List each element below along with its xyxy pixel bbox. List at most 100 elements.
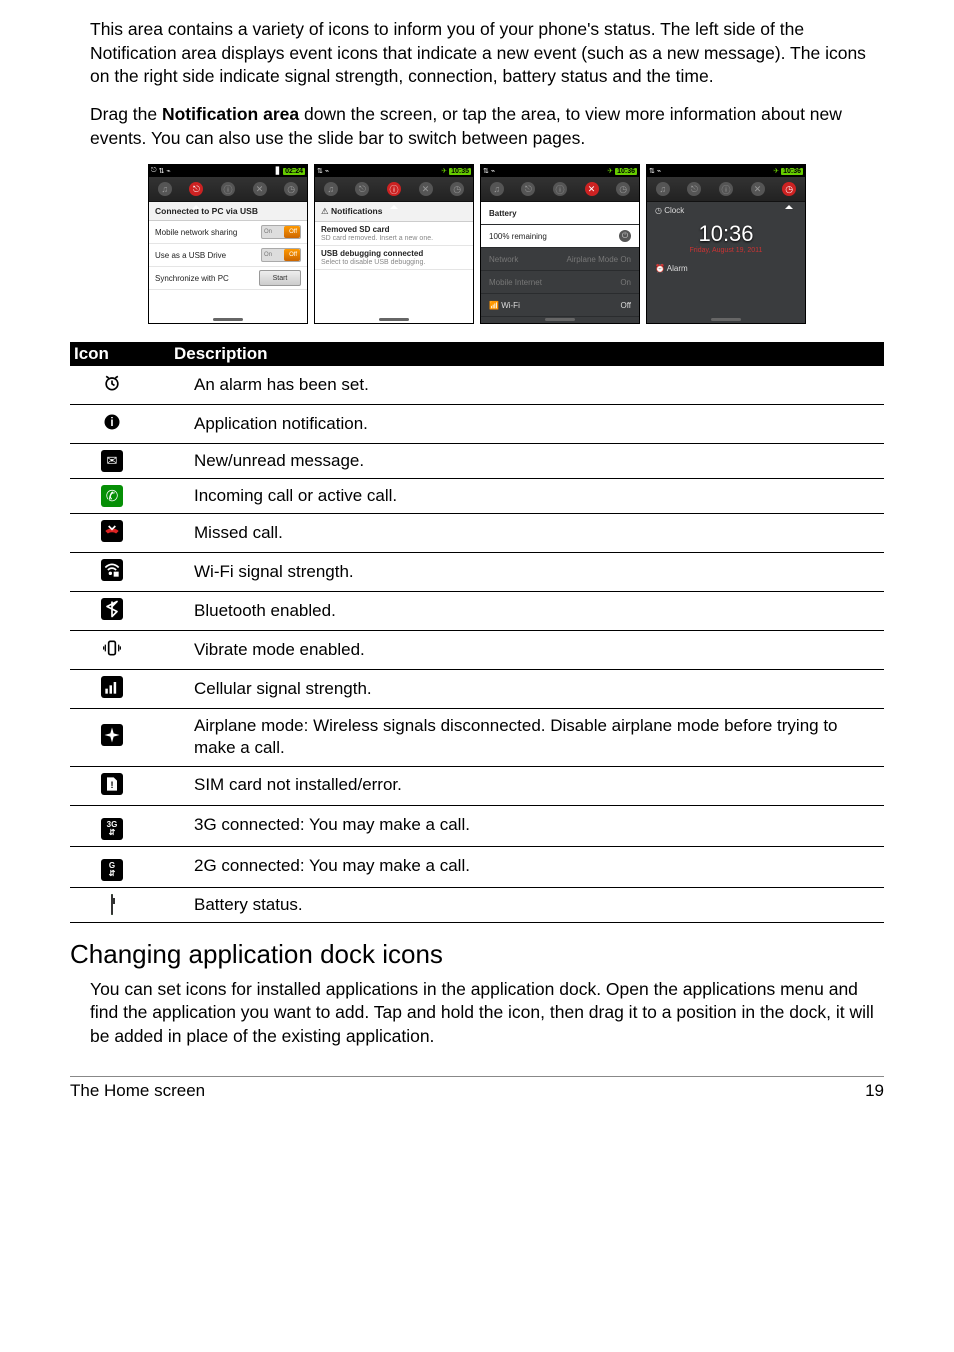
section-title-dock: Changing application dock icons <box>70 939 884 970</box>
desc-missed: Missed call. <box>154 514 884 553</box>
desc-3g: 3G connected: You may make a call. <box>154 805 884 846</box>
table-row: G⇵ 2G connected: You may make a call. <box>70 846 884 887</box>
tab-usb-icon[interactable]: ⎋ <box>687 182 701 196</box>
alarm-row[interactable]: ⏰ Alarm <box>647 260 805 277</box>
row-wifi[interactable]: 📶 Wi-FiOff <box>481 294 639 317</box>
3g-icon: 3G⇵ <box>101 818 123 840</box>
row-mobile-sharing[interactable]: Mobile network sharing OnOff <box>149 221 307 244</box>
missed-call-icon <box>101 520 123 542</box>
clock-text: 02:24 <box>283 168 305 175</box>
table-row: Bluetooth enabled. <box>70 592 884 631</box>
row-mobile-internet[interactable]: Mobile InternetOn <box>481 271 639 294</box>
table-row: Cellular signal strength. <box>70 670 884 709</box>
desc-info: Application notification. <box>154 405 884 444</box>
drag-handle[interactable] <box>545 318 575 321</box>
tab-info-icon[interactable]: ⓘ <box>387 182 401 196</box>
usb-header: Connected to PC via USB <box>149 202 307 221</box>
table-row: ✉ New/unread message. <box>70 444 884 479</box>
head-icon: Icon <box>70 344 154 364</box>
start-button[interactable]: Start <box>259 270 301 286</box>
tab-music-icon[interactable]: ♫ <box>324 182 338 196</box>
svg-text:i: i <box>110 416 113 429</box>
battery-icon <box>111 894 113 915</box>
drag-handle[interactable] <box>213 318 243 321</box>
head-desc: Description <box>154 344 884 364</box>
drag-handle[interactable] <box>379 318 409 321</box>
label-sd-removed: Removed SD card <box>321 225 467 234</box>
intro-p2-bold: Notification area <box>162 104 299 124</box>
tab-music-icon[interactable]: ♫ <box>158 182 172 196</box>
alarm-icon <box>101 372 123 394</box>
icon-table-header: Icon Description <box>70 342 884 366</box>
tab-toggles-icon[interactable]: ✕ <box>419 182 433 196</box>
label-mobile-sharing: Mobile network sharing <box>155 228 237 237</box>
airplane-icon: ✈ <box>773 167 779 175</box>
tab-clock-icon[interactable]: ◷ <box>782 182 796 196</box>
message-icon: ✉ <box>101 450 123 472</box>
label-batt-remaining: 100% remaining <box>489 232 547 241</box>
intro-para-2: Drag the Notification area down the scre… <box>70 103 884 150</box>
screenshot-toggles: ⇅⌁ ✈10:36 ♫ ⎋ ⓘ ✕ ◷ Battery 100% remaini… <box>480 164 640 324</box>
table-row: Wi-Fi signal strength. <box>70 553 884 592</box>
table-row: 3G⇵ 3G connected: You may make a call. <box>70 805 884 846</box>
desc-alarm: An alarm has been set. <box>154 366 884 405</box>
label-usb-drive: Use as a USB Drive <box>155 251 226 260</box>
section-body-dock: You can set icons for installed applicat… <box>70 978 884 1049</box>
desc-call: Incoming call or active call. <box>154 479 884 514</box>
tab-toggles-icon[interactable]: ✕ <box>253 182 267 196</box>
toggle-usb-drive[interactable]: OnOff <box>261 248 301 262</box>
toggle-mobile-sharing[interactable]: OnOff <box>261 225 301 239</box>
date-text: Friday, August 19, 2011 <box>647 247 805 254</box>
row-network[interactable]: NetworkAirplane Mode On <box>481 248 639 271</box>
tab-toggles-icon[interactable]: ✕ <box>585 182 599 196</box>
tab-clock-icon[interactable]: ◷ <box>450 182 464 196</box>
footer-left: The Home screen <box>70 1081 205 1101</box>
sub-sd-removed: SD card removed. Insert a new one. <box>321 235 467 242</box>
power-icon[interactable]: ⏻ <box>619 230 631 242</box>
screenshot-usb: ⎋⇅⌁ ▋02:24 ♫ ⎋ ⓘ ✕ ◷ Connected to PC via… <box>148 164 308 324</box>
svg-text:!: ! <box>110 780 113 790</box>
table-row: i Application notification. <box>70 405 884 444</box>
airplane-icon: ✈ <box>607 167 613 175</box>
2g-icon: G⇵ <box>101 859 123 881</box>
row-usb-debug[interactable]: USB debugging connected Select to disabl… <box>315 246 473 270</box>
row-usb-drive[interactable]: Use as a USB Drive OnOff <box>149 244 307 267</box>
table-row: Vibrate mode enabled. <box>70 631 884 670</box>
row-sync-pc[interactable]: Synchronize with PC Start <box>149 267 307 290</box>
tab-usb-icon[interactable]: ⎋ <box>189 182 203 196</box>
row-sd-removed[interactable]: Removed SD card SD card removed. Insert … <box>315 222 473 246</box>
tab-music-icon[interactable]: ♫ <box>490 182 504 196</box>
icon-table: An alarm has been set. i Application noti… <box>70 366 884 922</box>
table-row: Missed call. <box>70 514 884 553</box>
tab-toggles-icon[interactable]: ✕ <box>751 182 765 196</box>
tab-usb-icon[interactable]: ⎋ <box>521 182 535 196</box>
drag-handle[interactable] <box>711 318 741 321</box>
desc-vibrate: Vibrate mode enabled. <box>154 631 884 670</box>
row-battery-remaining[interactable]: 100% remaining ⏻ <box>481 225 639 248</box>
call-icon: ✆ <box>101 485 123 507</box>
label-usb-debug: USB debugging connected <box>321 249 467 258</box>
tab-usb-icon[interactable]: ⎋ <box>355 182 369 196</box>
screenshot-notifications: ⇅⌁ ✈10:35 ♫ ⎋ ⓘ ✕ ◷ ⚠ Notifications Remo… <box>314 164 474 324</box>
table-row: Battery status. <box>70 887 884 922</box>
table-row: ✆ Incoming call or active call. <box>70 479 884 514</box>
desc-batt: Battery status. <box>154 887 884 922</box>
tab-music-icon[interactable]: ♫ <box>656 182 670 196</box>
desc-msg: New/unread message. <box>154 444 884 479</box>
tab-clock-icon[interactable]: ◷ <box>616 182 630 196</box>
tab-info-icon[interactable]: ⓘ <box>553 182 567 196</box>
desc-cell: Cellular signal strength. <box>154 670 884 709</box>
footer-right: 19 <box>865 1081 884 1101</box>
tab-info-icon[interactable]: ⓘ <box>719 182 733 196</box>
desc-bt: Bluetooth enabled. <box>154 592 884 631</box>
tab-clock-icon[interactable]: ◷ <box>284 182 298 196</box>
cellular-icon <box>101 676 123 698</box>
big-time: 10:36 <box>647 221 805 247</box>
intro-para-1: This area contains a variety of icons to… <box>70 18 884 89</box>
desc-2g: 2G connected: You may make a call. <box>154 846 884 887</box>
table-row: Airplane mode: Wireless signals disconne… <box>70 709 884 766</box>
sub-usb-debug: Select to disable USB debugging. <box>321 259 467 266</box>
tab-info-icon[interactable]: ⓘ <box>221 182 235 196</box>
clock-text: 10:36 <box>615 168 637 175</box>
clock-header: ◷ Clock <box>647 202 805 219</box>
